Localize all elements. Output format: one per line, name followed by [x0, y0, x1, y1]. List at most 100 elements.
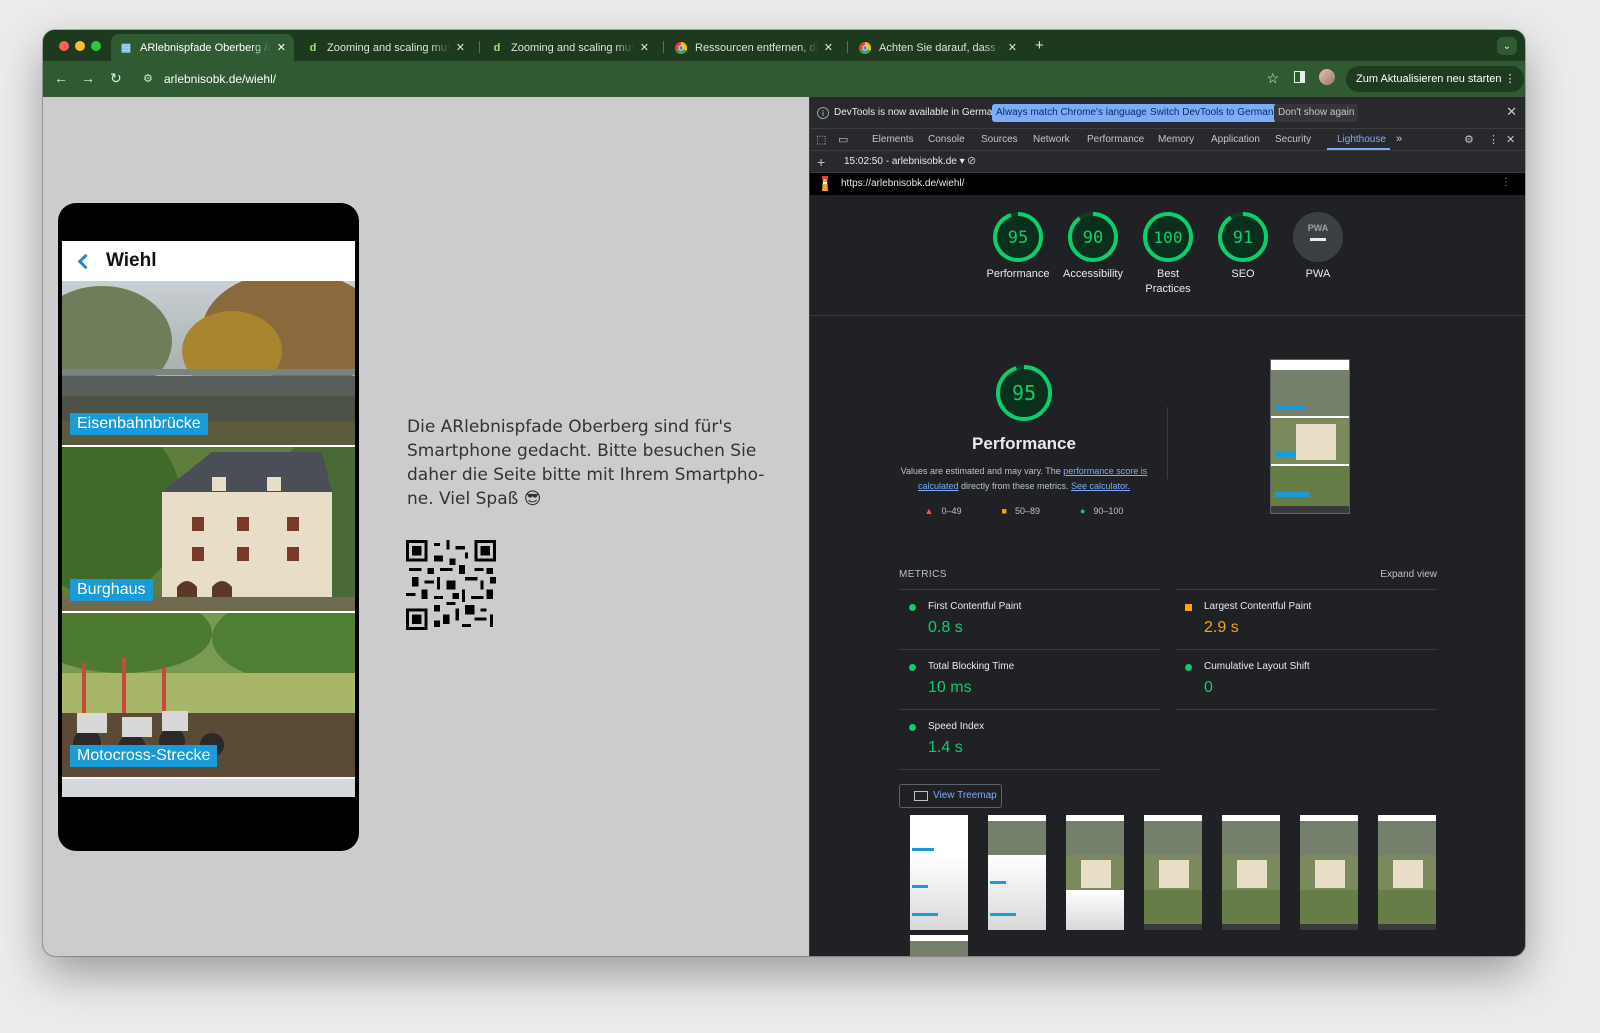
spot-card-burghaus[interactable]: Burghaus: [62, 447, 355, 611]
chrome-favicon-icon: [858, 41, 872, 55]
tab-title: Zooming and scaling must not be disabled: [511, 41, 634, 54]
lighthouse-report-bar: + 15:02:50 - arlebnisobk.de ▾ ⊘: [810, 151, 1525, 173]
pass-dot-icon: [909, 604, 916, 611]
tab-network[interactable]: Network: [1033, 134, 1070, 145]
metric-name: Speed Index: [928, 721, 985, 732]
close-tab-icon[interactable]: ✕: [1008, 41, 1017, 54]
browser-tab[interactable]: Achten Sie darauf, dass der Text ✕: [850, 34, 1025, 61]
gauge-seo[interactable]: 91 SEO: [1203, 211, 1283, 282]
devtools-tab-bar: ⬚ ▭ Elements Console Sources Network Per…: [810, 129, 1525, 151]
score-value: 91: [1233, 228, 1253, 248]
gauge-pwa[interactable]: PWA PWA: [1278, 211, 1358, 282]
tab-console[interactable]: Console: [928, 134, 965, 145]
gauge-performance[interactable]: 95 Performance: [978, 211, 1058, 282]
legend-item-average: ■ 50–89: [1002, 506, 1040, 516]
tab-sources[interactable]: Sources: [981, 134, 1018, 145]
tab-performance[interactable]: Performance: [1087, 134, 1144, 145]
profile-avatar[interactable]: [1319, 69, 1335, 85]
filmstrip-frame: [1378, 815, 1436, 930]
maximize-window-button[interactable]: [91, 41, 101, 51]
more-tabs-chevron-icon[interactable]: »: [1396, 133, 1402, 145]
divider: [810, 315, 1525, 316]
new-tab-button[interactable]: +: [1035, 37, 1044, 54]
gauge-best-practices[interactable]: 100 Best Practices: [1128, 211, 1208, 297]
spot-card-eisenbahnbruecke[interactable]: Eisenbahnbrücke: [62, 281, 355, 445]
tab-security[interactable]: Security: [1275, 134, 1311, 145]
view-treemap-button[interactable]: View Treemap: [899, 784, 1002, 808]
metric-name: Cumulative Layout Shift: [1204, 661, 1310, 672]
active-tab-indicator: [1327, 148, 1390, 150]
browser-tab[interactable]: d Zooming and scaling must not be disabl…: [482, 34, 657, 61]
device-toolbar-icon[interactable]: ▭: [838, 133, 848, 146]
close-tab-icon[interactable]: ✕: [640, 41, 649, 54]
filmstrip-frame: [1222, 815, 1280, 930]
more-vert-icon[interactable]: ⋮: [1488, 133, 1499, 146]
back-arrow-icon[interactable]: ←: [54, 70, 68, 86]
more-vert-icon: ⋮: [1504, 73, 1516, 85]
always-match-language-button[interactable]: Always match Chrome's language: [992, 104, 1151, 122]
tab-strip: ▦ ARlebnispfade Oberberg // Wiehl ✕ d Zo…: [43, 30, 1525, 61]
close-tab-icon[interactable]: ✕: [824, 41, 833, 54]
tab-divider: [663, 41, 664, 53]
switch-to-german-button[interactable]: Switch DevTools to German: [1146, 104, 1278, 122]
gauge-label: PWA: [1305, 268, 1331, 280]
close-tab-icon[interactable]: ✕: [456, 41, 465, 54]
clear-reports-icon[interactable]: ⊘: [967, 154, 976, 167]
update-label: Zum Aktualisieren neu starten: [1356, 73, 1502, 85]
close-devtools-icon[interactable]: ✕: [1506, 133, 1515, 146]
score-ring-icon: 90: [1068, 212, 1118, 262]
final-screenshot-thumbnail[interactable]: [1270, 359, 1350, 514]
report-url[interactable]: https://arlebnisobk.de/wiehl/: [841, 178, 964, 189]
filmstrip-frame: [1066, 815, 1124, 930]
metric-speed-index: Speed Index 1.4 s: [899, 709, 1161, 769]
browser-tab[interactable]: Ressourcen entfernen, die das Rendering …: [666, 34, 841, 61]
tab-lighthouse[interactable]: Lighthouse: [1337, 134, 1386, 145]
filmstrip-frame: [1300, 815, 1358, 930]
report-select[interactable]: 15:02:50 - arlebnisobk.de ▾: [844, 156, 965, 167]
browser-tab[interactable]: ▦ ARlebnispfade Oberberg // Wiehl ✕: [111, 34, 294, 61]
bookmark-star-icon[interactable]: ☆: [1266, 70, 1279, 87]
settings-gear-icon[interactable]: ⚙: [1464, 133, 1474, 146]
back-chevron-icon[interactable]: [77, 253, 94, 269]
lighthouse-logo-icon: [822, 176, 828, 191]
forward-arrow-icon[interactable]: →: [81, 70, 95, 86]
spot-card-partial[interactable]: [62, 779, 355, 797]
tab-divider: [479, 41, 480, 53]
tab-elements[interactable]: Elements: [872, 134, 914, 145]
reload-icon[interactable]: ↻: [110, 70, 122, 87]
gauge-label: Accessibility: [1063, 268, 1123, 280]
arlebnispfade-favicon-icon: ▦: [120, 42, 132, 54]
see-calculator-link[interactable]: See calculator.: [1071, 481, 1130, 491]
browser-toolbar: ← → ↻ ⚙ arlebnisobk.de/wiehl/ ☆ Zum Aktu…: [43, 61, 1525, 97]
tab-memory[interactable]: Memory: [1158, 134, 1194, 145]
close-window-button[interactable]: [59, 41, 69, 51]
desc-text: directly from these metrics.: [958, 481, 1071, 491]
spot-card-motocross[interactable]: Motocross-Strecke: [62, 613, 355, 777]
inspect-element-icon[interactable]: ⬚: [816, 133, 826, 146]
spot-label: Burghaus: [70, 579, 153, 601]
side-panel-icon[interactable]: [1294, 71, 1305, 83]
minimize-window-button[interactable]: [75, 41, 85, 51]
devtools-panel: i DevTools is now available in German! A…: [809, 97, 1525, 956]
expand-view-toggle[interactable]: Expand view: [1380, 569, 1437, 580]
address-bar[interactable]: ⚙ arlebnisobk.de/wiehl/ ☆: [137, 66, 1287, 92]
dont-show-again-button[interactable]: Don't show again: [1274, 104, 1359, 122]
gauge-accessibility[interactable]: 90 Accessibility: [1053, 211, 1133, 282]
close-tab-icon[interactable]: ✕: [277, 41, 286, 54]
metric-value: 2.9 s: [1204, 619, 1239, 636]
tab-search-button[interactable]: ⌄: [1497, 37, 1517, 55]
pass-dot-icon: [909, 664, 916, 671]
score-value: 100: [1154, 228, 1183, 247]
new-report-plus-icon[interactable]: +: [817, 154, 825, 170]
browser-tab[interactable]: d Zooming and scaling must not be disabl…: [298, 34, 473, 61]
tab-application[interactable]: Application: [1211, 134, 1260, 145]
close-icon[interactable]: ✕: [1506, 104, 1517, 120]
url-text: arlebnisobk.de/wiehl/: [164, 72, 277, 86]
site-settings-icon[interactable]: ⚙: [143, 72, 153, 85]
performance-score-ring-icon: 95: [996, 365, 1052, 421]
more-vert-icon[interactable]: ⋮: [1501, 177, 1511, 188]
update-button[interactable]: Zum Aktualisieren neu starten ⋮: [1346, 66, 1524, 92]
score-value: 95: [1008, 228, 1028, 248]
browser-window: ▦ ARlebnispfade Oberberg // Wiehl ✕ d Zo…: [43, 30, 1525, 956]
devtools-language-infobar: i DevTools is now available in German! A…: [810, 97, 1525, 129]
